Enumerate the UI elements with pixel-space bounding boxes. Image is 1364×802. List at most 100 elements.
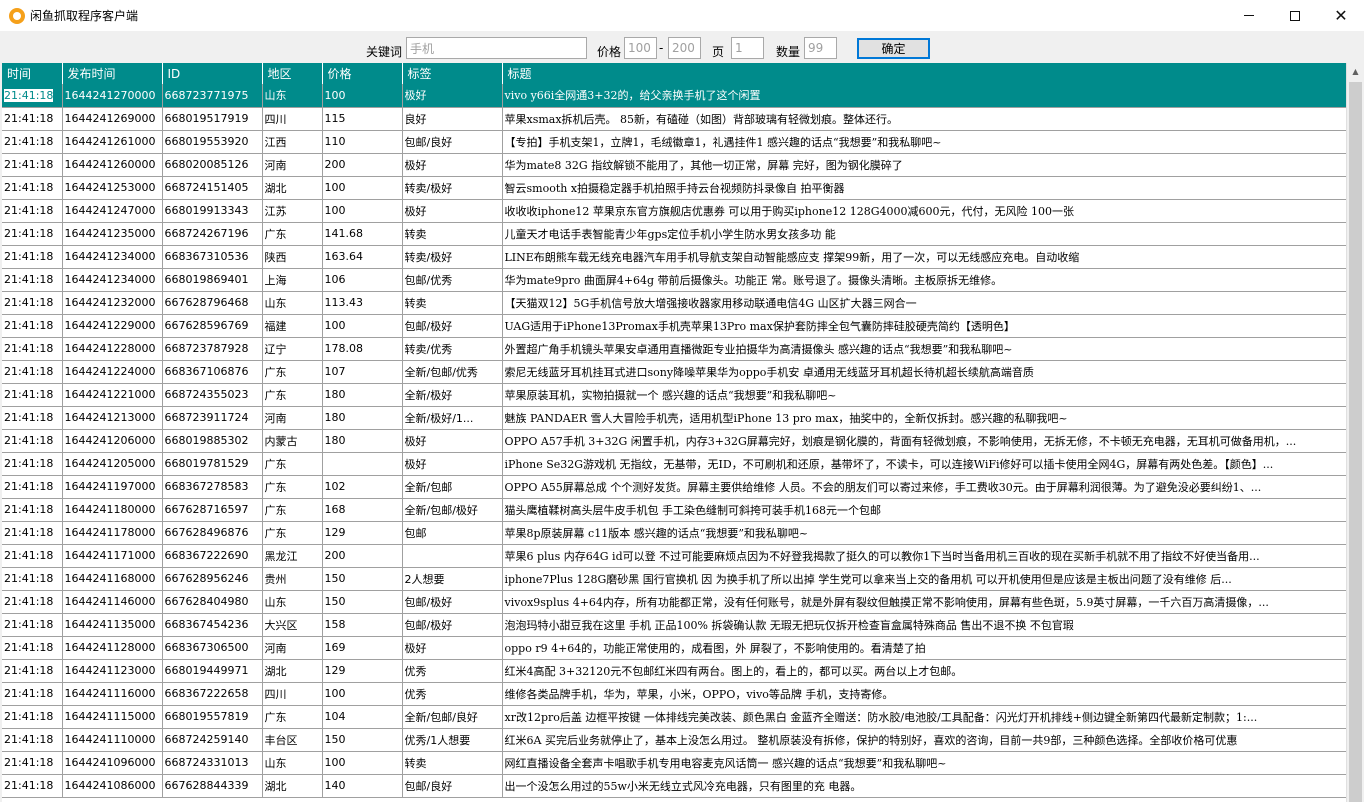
cell-publish-time[interactable]: 1644241096000: [62, 751, 163, 775]
cell-id[interactable]: 667628404980: [162, 590, 263, 614]
cell-title[interactable]: 儿童天才电话手表智能青少年gps定位手机小学生防水男女孩多功 能: [502, 222, 1346, 246]
cell-time[interactable]: 21:41:18: [2, 406, 63, 430]
cell-id[interactable]: 668367306500: [162, 636, 263, 660]
cell-price[interactable]: 100: [322, 84, 403, 108]
table-row[interactable]: 21:41:18 1644241234000 668367310536 陕西 163.6…: [2, 245, 1346, 269]
cell-time[interactable]: 21:41:18: [2, 452, 63, 476]
table-row[interactable]: 21:41:18 1644241229000 667628596769 福建 100 包邮…: [2, 314, 1346, 338]
table-row[interactable]: 21:41:18 1644241171000 668367222690 黑龙江 200 苹…: [2, 544, 1346, 568]
cell-time[interactable]: 21:41:18: [2, 567, 63, 591]
table-row[interactable]: 21:41:18 1644241116000 668367222658 四川 100 优秀…: [2, 682, 1346, 706]
cell-publish-time[interactable]: 1644241116000: [62, 682, 163, 706]
table-row[interactable]: 21:41:18 1644241206000 668019885302 内蒙古 180 极…: [2, 429, 1346, 453]
cell-title[interactable]: 索尼无线蓝牙耳机挂耳式进口sony降噪苹果华为oppo手机安 卓通用无线蓝牙耳机…: [502, 360, 1346, 384]
cell-region[interactable]: 陕西: [262, 245, 323, 269]
cell-id[interactable]: 668019885302: [162, 429, 263, 453]
cell-region[interactable]: 上海: [262, 268, 323, 292]
cell-publish-time[interactable]: 1644241115000: [62, 705, 163, 729]
cell-tags[interactable]: 极好: [402, 84, 503, 108]
cell-id[interactable]: 668723787928: [162, 337, 263, 361]
cell-title[interactable]: 红米6A 买完后业务就停止了，基本上没怎么用过。 整机原装没有拆修，保护的特别好…: [502, 728, 1346, 752]
cell-tags[interactable]: 转卖: [402, 291, 503, 315]
cell-publish-time[interactable]: 1644241180000: [62, 498, 163, 522]
cell-tags[interactable]: 全新/包邮/极好: [402, 498, 503, 522]
cell-price[interactable]: 178.08: [322, 337, 403, 361]
cell-price[interactable]: 163.64: [322, 245, 403, 269]
maximize-button[interactable]: [1272, 0, 1318, 31]
cell-publish-time[interactable]: 1644241260000: [62, 153, 163, 177]
cell-time[interactable]: 21:41:18: [2, 268, 63, 292]
cell-region[interactable]: 山东: [262, 84, 323, 108]
cell-id[interactable]: 668019449971: [162, 659, 263, 683]
cell-tags[interactable]: 转卖/极好: [402, 176, 503, 200]
cell-publish-time[interactable]: 1644241228000: [62, 337, 163, 361]
cell-tags[interactable]: 全新/包邮/优秀: [402, 360, 503, 384]
cell-publish-time[interactable]: 1644241123000: [62, 659, 163, 683]
cell-region[interactable]: 广东: [262, 360, 323, 384]
cell-publish-time[interactable]: 1644241224000: [62, 360, 163, 384]
cell-publish-time[interactable]: 1644241086000: [62, 774, 163, 798]
cell-title[interactable]: 华为mate8 32G 指纹解锁不能用了，其他一切正常，屏幕 完好，图为钢化膜碎…: [502, 153, 1346, 177]
cell-publish-time[interactable]: 1644241146000: [62, 590, 163, 614]
cell-price[interactable]: 110: [322, 130, 403, 154]
cell-publish-time[interactable]: 1644241221000: [62, 383, 163, 407]
cell-title[interactable]: 苹果8p原装屏幕 c11版本 感兴趣的话点“我想要”和我私聊吧~: [502, 521, 1346, 545]
cell-region[interactable]: 河南: [262, 636, 323, 660]
cell-time[interactable]: 21:41:18: [2, 521, 63, 545]
cell-tags[interactable]: 全新/极好: [402, 383, 503, 407]
cell-publish-time[interactable]: 1644241110000: [62, 728, 163, 752]
cell-time[interactable]: 21:41:18: [2, 636, 63, 660]
cell-publish-time[interactable]: 1644241247000: [62, 199, 163, 223]
cell-id[interactable]: 668367278583: [162, 475, 263, 499]
table-row[interactable]: 21:41:18 1644241234000 668019869401 上海 106 包邮…: [2, 268, 1346, 292]
table-row[interactable]: 21:41:18 1644241110000 668724259140 丰台区 150 优…: [2, 728, 1346, 752]
cell-publish-time[interactable]: 1644241234000: [62, 268, 163, 292]
cell-id[interactable]: 668367454236: [162, 613, 263, 637]
cell-price[interactable]: 113.43: [322, 291, 403, 315]
table-row[interactable]: 21:41:18 1644241232000 667628796468 山东 113.4…: [2, 291, 1346, 315]
cell-title[interactable]: vivox9splus 4+64内存，所有功能都正常，没有任何账号，就是外屏有裂…: [502, 590, 1346, 614]
cell-id[interactable]: 668367222658: [162, 682, 263, 706]
cell-time[interactable]: 21:41:18: [2, 498, 63, 522]
cell-region[interactable]: 广东: [262, 521, 323, 545]
cell-price[interactable]: 180: [322, 383, 403, 407]
cell-region[interactable]: 贵州: [262, 567, 323, 591]
cell-time[interactable]: 21:41:18: [2, 475, 63, 499]
cell-region[interactable]: 广东: [262, 498, 323, 522]
cell-region[interactable]: 四川: [262, 107, 323, 131]
cell-region[interactable]: 江西: [262, 130, 323, 154]
cell-region[interactable]: 河南: [262, 406, 323, 430]
keyword-input[interactable]: [406, 37, 587, 59]
cell-tags[interactable]: 优秀/1人想要: [402, 728, 503, 752]
cell-price[interactable]: 100: [322, 751, 403, 775]
cell-publish-time[interactable]: 1644241253000: [62, 176, 163, 200]
cell-price[interactable]: 100: [322, 682, 403, 706]
cell-id[interactable]: 668367106876: [162, 360, 263, 384]
cell-title[interactable]: 【天猫双12】5G手机信号放大增强接收器家用移动联通电信4G 山区扩大器三网合一: [502, 291, 1346, 315]
cell-region[interactable]: 河南: [262, 153, 323, 177]
cell-publish-time[interactable]: 1644241128000: [62, 636, 163, 660]
cell-title[interactable]: 猫头鹰植鞣树高头层牛皮手机包 手工染色缝制可斜挎可装手机168元一个包邮: [502, 498, 1346, 522]
table-row[interactable]: 21:41:18 1644241253000 668724151405 湖北 100 转卖…: [2, 176, 1346, 200]
cell-tags[interactable]: 转卖/极好: [402, 245, 503, 269]
cell-title[interactable]: 苹果xsmax拆机后壳。 85新，有磕碰（如图）背部玻璃有轻微划痕。整体还行。: [502, 107, 1346, 131]
cell-publish-time[interactable]: 1644241135000: [62, 613, 163, 637]
cell-region[interactable]: 湖北: [262, 176, 323, 200]
cell-publish-time[interactable]: 1644241178000: [62, 521, 163, 545]
table-row[interactable]: 21:41:18 1644241180000 667628716597 广东 168 全新…: [2, 498, 1346, 522]
cell-region[interactable]: 广东: [262, 475, 323, 499]
cell-price[interactable]: 115: [322, 107, 403, 131]
cell-title[interactable]: 泡泡玛特小甜豆我在这里 手机 正品100% 拆袋确认款 无瑕无把玩仅拆开检查盲盒…: [502, 613, 1346, 637]
cell-tags[interactable]: 极好: [402, 452, 503, 476]
cell-region[interactable]: 湖北: [262, 774, 323, 798]
cell-publish-time[interactable]: 1644241269000: [62, 107, 163, 131]
close-button[interactable]: ✕: [1318, 0, 1364, 31]
cell-price[interactable]: 180: [322, 429, 403, 453]
cell-region[interactable]: 大兴区: [262, 613, 323, 637]
column-header-tags[interactable]: 标签: [402, 63, 503, 84]
cell-tags[interactable]: 良好: [402, 107, 503, 131]
cell-id[interactable]: 668723911724: [162, 406, 263, 430]
cell-tags[interactable]: 转卖: [402, 751, 503, 775]
table-row[interactable]: 21:41:18 1644241128000 668367306500 河南 169 极好…: [2, 636, 1346, 660]
cell-time[interactable]: 21:41:18: [2, 682, 63, 706]
